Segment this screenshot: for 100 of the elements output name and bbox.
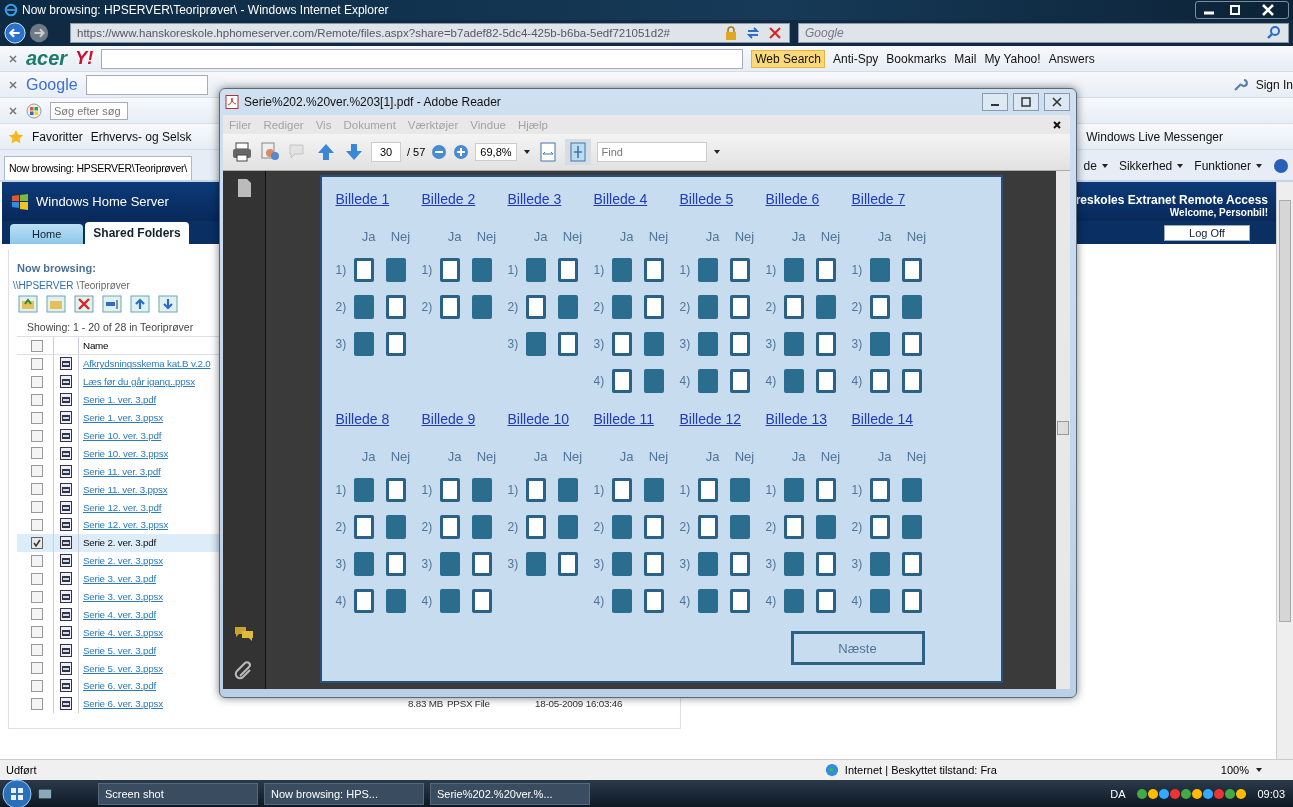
- find-field[interactable]: Find: [596, 142, 707, 162]
- answer-checkbox[interactable]: [353, 331, 374, 356]
- picture-link[interactable]: Billede 5: [679, 191, 766, 221]
- file-name[interactable]: Serie 3. ver. 3.pdf: [83, 573, 156, 585]
- answer-checkbox[interactable]: [783, 588, 804, 613]
- file-name[interactable]: Serie 10. ver. 3.pdf: [83, 430, 162, 441]
- answer-checkbox[interactable]: [557, 514, 578, 539]
- answer-checkbox[interactable]: [353, 257, 374, 282]
- command-button[interactable]: Sikkerhed: [1118, 159, 1173, 173]
- answer-checkbox[interactable]: [643, 294, 664, 319]
- browser-tab[interactable]: Now browsing: HPSERVER\Teoriprøver\: [4, 156, 192, 180]
- answer-checkbox[interactable]: [643, 551, 664, 576]
- caret-icon[interactable]: [1255, 162, 1263, 170]
- picture-link[interactable]: Billede 9: [421, 411, 508, 441]
- file-name[interactable]: Serie 11. ver. 3.pdf: [83, 465, 161, 477]
- download-icon[interactable]: [157, 295, 179, 313]
- answer-checkbox[interactable]: [783, 551, 804, 576]
- answer-checkbox[interactable]: [783, 331, 804, 356]
- zoom-level[interactable]: 100%: [1220, 764, 1249, 776]
- site-tab[interactable]: Home: [10, 224, 84, 244]
- answer-checkbox[interactable]: [869, 331, 890, 356]
- file-name[interactable]: Serie 2. ver. 3.ppsx: [83, 555, 163, 567]
- answer-checkbox[interactable]: [815, 368, 836, 393]
- answer-checkbox[interactable]: [439, 257, 460, 282]
- answer-checkbox[interactable]: [385, 257, 406, 282]
- picture-link[interactable]: Billede 10: [507, 411, 594, 441]
- answer-checkbox[interactable]: [353, 514, 374, 539]
- answer-checkbox[interactable]: [729, 551, 750, 576]
- stop-icon[interactable]: [767, 25, 783, 41]
- close-icon[interactable]: [8, 105, 18, 116]
- row-checkbox[interactable]: [31, 518, 43, 531]
- answer-checkbox[interactable]: [783, 368, 804, 393]
- answer-checkbox[interactable]: [557, 551, 578, 576]
- row-checkbox[interactable]: [31, 626, 43, 639]
- picture-link[interactable]: Billede 7: [851, 191, 938, 221]
- answer-checkbox[interactable]: [611, 588, 632, 613]
- next-button[interactable]: Næste: [790, 631, 925, 665]
- row-checkbox[interactable]: [31, 375, 43, 388]
- answer-checkbox[interactable]: [729, 514, 750, 539]
- answer-checkbox[interactable]: [729, 588, 750, 613]
- picture-link[interactable]: Billede 2: [421, 191, 508, 221]
- answer-checkbox[interactable]: [697, 477, 718, 502]
- page-number-field[interactable]: 30: [371, 142, 401, 162]
- answer-checkbox[interactable]: [869, 477, 890, 502]
- back-button[interactable]: [4, 22, 26, 44]
- answer-checkbox[interactable]: [643, 588, 664, 613]
- answer-checkbox[interactable]: [815, 477, 836, 502]
- answer-checkbox[interactable]: [815, 514, 836, 539]
- search-icon[interactable]: [1266, 25, 1282, 41]
- answer-checkbox[interactable]: [471, 477, 492, 502]
- answer-checkbox[interactable]: [697, 368, 718, 393]
- answer-checkbox[interactable]: [439, 588, 460, 613]
- command-button[interactable]: de: [1083, 159, 1097, 173]
- picture-link[interactable]: Billede 1: [335, 191, 422, 221]
- toolbar-button[interactable]: Bookmarks: [886, 51, 947, 66]
- answer-checkbox[interactable]: [697, 331, 718, 356]
- fit-page-icon[interactable]: [564, 139, 591, 165]
- picture-link[interactable]: Billede 12: [679, 411, 766, 441]
- answer-checkbox[interactable]: [611, 551, 632, 576]
- clock[interactable]: 09:03: [1257, 787, 1285, 800]
- favorites-button[interactable]: Favoritter: [32, 129, 83, 144]
- answer-checkbox[interactable]: [697, 588, 718, 613]
- answer-checkbox[interactable]: [385, 294, 406, 319]
- answer-checkbox[interactable]: [901, 551, 922, 576]
- caret-icon[interactable]: [1176, 162, 1185, 170]
- answer-checkbox[interactable]: [901, 294, 922, 319]
- answer-checkbox[interactable]: [525, 514, 546, 539]
- row-checkbox[interactable]: [31, 608, 43, 621]
- rename-icon[interactable]: [101, 295, 123, 313]
- row-checkbox[interactable]: [31, 357, 43, 370]
- row-checkbox[interactable]: [31, 572, 43, 585]
- answer-checkbox[interactable]: [611, 514, 632, 539]
- close-icon[interactable]: [8, 79, 18, 90]
- answer-checkbox[interactable]: [385, 588, 406, 613]
- breadcrumb-link[interactable]: \\HPSERVER: [13, 280, 74, 291]
- answer-checkbox[interactable]: [643, 257, 664, 282]
- search-field[interactable]: Søg efter søg: [50, 101, 128, 120]
- answer-checkbox[interactable]: [729, 257, 750, 282]
- answer-checkbox[interactable]: [729, 368, 750, 393]
- picture-link[interactable]: Billede 11: [593, 411, 680, 441]
- file-name[interactable]: Serie 4. ver. 3.ppsx: [83, 626, 163, 638]
- answer-checkbox[interactable]: [815, 257, 836, 282]
- answer-checkbox[interactable]: [611, 331, 632, 356]
- language-indicator[interactable]: DA: [1110, 787, 1126, 800]
- file-name[interactable]: Afkrydsningsskema kat.B v.2.0: [83, 358, 211, 370]
- answer-checkbox[interactable]: [353, 551, 374, 576]
- search-field[interactable]: Google: [798, 23, 1289, 43]
- favorite-link[interactable]: Windows Live Messenger: [1086, 129, 1223, 144]
- answer-checkbox[interactable]: [729, 477, 750, 502]
- answer-checkbox[interactable]: [385, 514, 406, 539]
- answer-checkbox[interactable]: [783, 257, 804, 282]
- print-icon[interactable]: [231, 141, 253, 163]
- toolbar-button[interactable]: Mail: [954, 51, 977, 66]
- answer-checkbox[interactable]: [385, 331, 406, 356]
- collaborate-icon[interactable]: [259, 141, 281, 163]
- file-name[interactable]: Serie 6. ver. 3.pdf: [83, 680, 156, 692]
- answer-checkbox[interactable]: [471, 514, 492, 539]
- row-checkbox[interactable]: [31, 447, 43, 460]
- answer-checkbox[interactable]: [643, 368, 664, 393]
- row-checkbox[interactable]: [31, 465, 43, 478]
